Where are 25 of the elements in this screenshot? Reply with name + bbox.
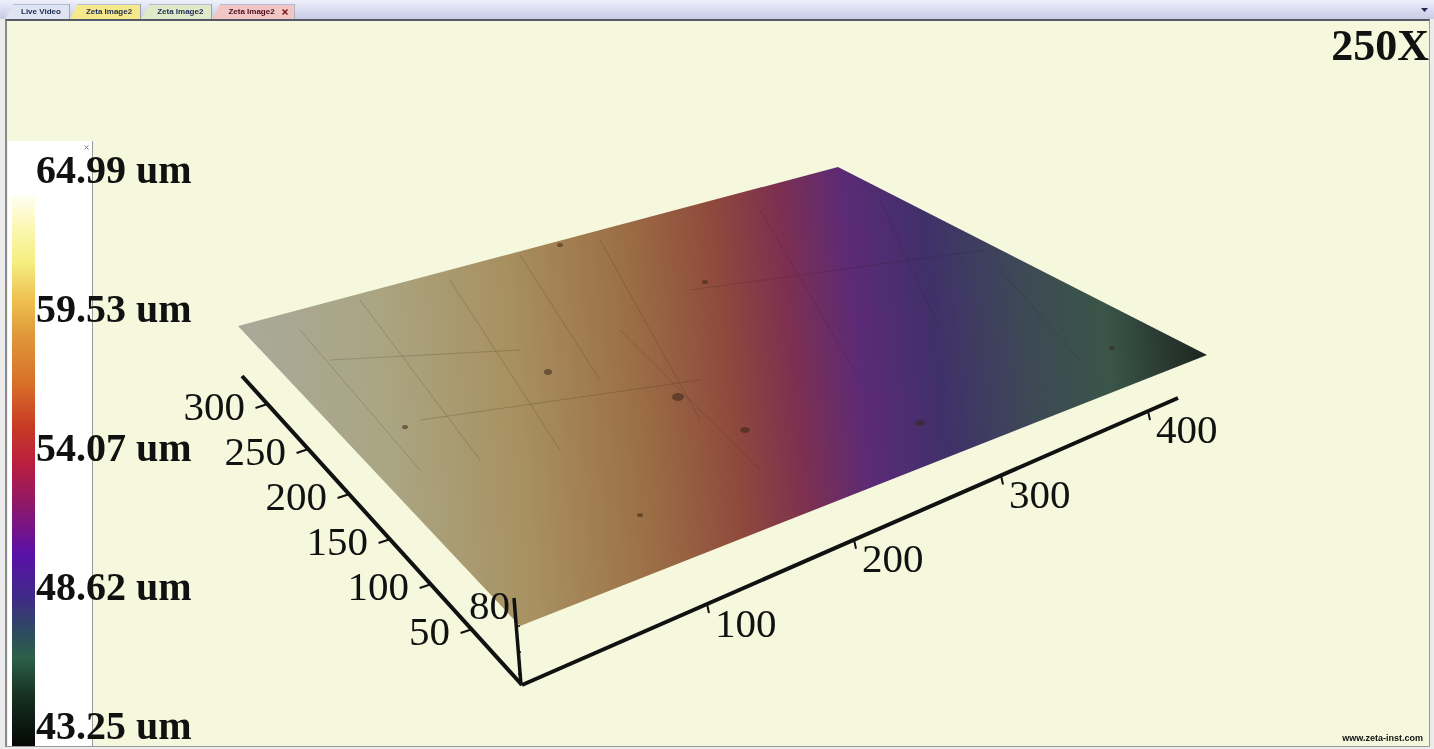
scale-label: 59.53 um bbox=[36, 289, 192, 329]
dropdown-arrow-icon[interactable] bbox=[1421, 7, 1428, 12]
axis-tick-label: 250 bbox=[224, 428, 286, 474]
axis-tick-label: 80 bbox=[469, 582, 510, 628]
axis-tick-label: 50 bbox=[409, 608, 450, 654]
axis-tick-label: 400 bbox=[1156, 405, 1218, 452]
website-text: www.zeta-inst.com bbox=[1342, 734, 1423, 743]
magnification-label: 250X bbox=[1331, 24, 1429, 68]
close-icon[interactable] bbox=[281, 8, 288, 15]
axis-tick-label: 200 bbox=[862, 535, 924, 582]
document-tab[interactable]: Zeta Image2 bbox=[69, 4, 142, 19]
axis-tick-label: 300 bbox=[1009, 470, 1071, 517]
document-tab[interactable]: Live Video bbox=[5, 4, 70, 19]
scale-label: 48.62 um bbox=[36, 567, 192, 607]
axis-tick-label: 300 bbox=[183, 383, 245, 429]
axis-tick-label: 200 bbox=[265, 473, 327, 519]
document-tab[interactable]: Zeta Image2 bbox=[141, 4, 213, 19]
axis-tick-label: 100 bbox=[347, 563, 409, 609]
scale-label: 64.99 um bbox=[36, 150, 192, 190]
axis-tick-label: 100 bbox=[715, 600, 777, 646]
scale-label: 43.25 um bbox=[36, 706, 192, 746]
close-icon[interactable] bbox=[84, 145, 89, 150]
document-tab[interactable]: Zeta Image2 bbox=[212, 4, 295, 19]
axis-tick-label: 150 bbox=[306, 518, 368, 564]
scale-label: 54.07 um bbox=[36, 428, 192, 468]
